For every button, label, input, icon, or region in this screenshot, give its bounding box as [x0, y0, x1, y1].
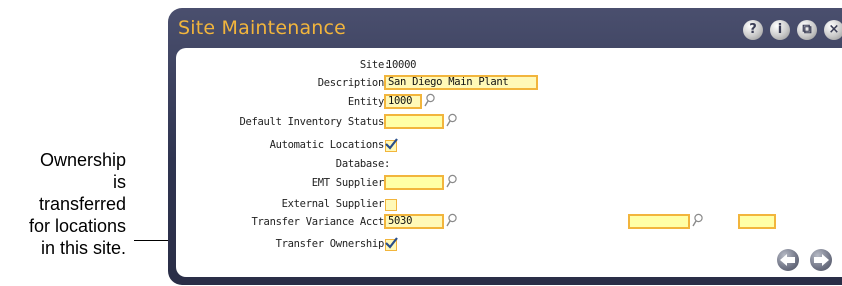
entity-field[interactable]: 1000: [384, 94, 422, 109]
close-icon[interactable]: ×: [824, 20, 842, 40]
account-lookup-magnifier-icon[interactable]: [446, 213, 457, 228]
default-inventory-status-label: Default Inventory Status:: [239, 115, 390, 128]
subaccount-lookup-magnifier-icon[interactable]: [692, 213, 703, 228]
ownership-callout: Ownership is transferred for locations i…: [0, 149, 126, 259]
default-inventory-status-field[interactable]: [384, 114, 444, 129]
transfer-ownership-checkbox[interactable]: [385, 237, 398, 251]
callout-line-2: is: [113, 172, 126, 192]
transfer-ownership-label: Transfer Ownership:: [275, 237, 391, 250]
automatic-locations-checkbox[interactable]: [385, 138, 398, 152]
site-value: 10000: [386, 58, 417, 71]
next-record-button[interactable]: [810, 249, 832, 271]
external-supplier-checkbox[interactable]: [385, 199, 397, 211]
transfer-variance-acct-field[interactable]: 5030: [384, 214, 444, 229]
checkmark-icon: [385, 138, 398, 150]
checkmark-icon: [385, 237, 398, 249]
transfer-variance-acct-label: Transfer Variance Acct:: [251, 215, 391, 228]
entity-lookup-magnifier-icon[interactable]: [424, 93, 435, 108]
transfer-variance-subaccount-field[interactable]: [628, 214, 690, 229]
database-label: Database:: [335, 157, 391, 170]
external-supplier-label: External Supplier:: [281, 197, 391, 210]
automatic-locations-label: Automatic Locations:: [269, 138, 391, 151]
help-icon[interactable]: ?: [743, 20, 763, 40]
emt-supplier-field[interactable]: [384, 175, 444, 190]
emt-supplier-label: EMT Supplier:: [311, 176, 391, 189]
arrow-left-icon: [780, 254, 795, 266]
callout-line-5: in this site.: [40, 238, 126, 258]
info-icon[interactable]: i: [770, 20, 790, 40]
callout-line-1: Ownership: [39, 150, 126, 170]
description-field[interactable]: San Diego Main Plant: [384, 75, 538, 90]
callout-line-3: transferred: [38, 194, 126, 214]
inventory-status-lookup-magnifier-icon[interactable]: [446, 113, 457, 128]
previous-record-button[interactable]: [777, 249, 799, 271]
arrow-right-icon: [814, 254, 829, 266]
window-title: Site Maintenance: [178, 17, 347, 39]
restore-window-icon[interactable]: ⧉: [797, 20, 817, 40]
site-maintenance-window: Site Maintenance ? i ⧉ × Site: 10000 Des…: [168, 8, 842, 285]
emt-supplier-lookup-magnifier-icon[interactable]: [446, 174, 457, 189]
description-label: Description:: [317, 76, 391, 89]
form-panel: Site: 10000 Description: San Diego Main …: [176, 48, 842, 277]
transfer-variance-cost-center-field[interactable]: [738, 214, 776, 229]
title-bar-buttons: ? i ⧉ ×: [743, 20, 842, 40]
callout-line-4: for locations: [28, 216, 126, 236]
